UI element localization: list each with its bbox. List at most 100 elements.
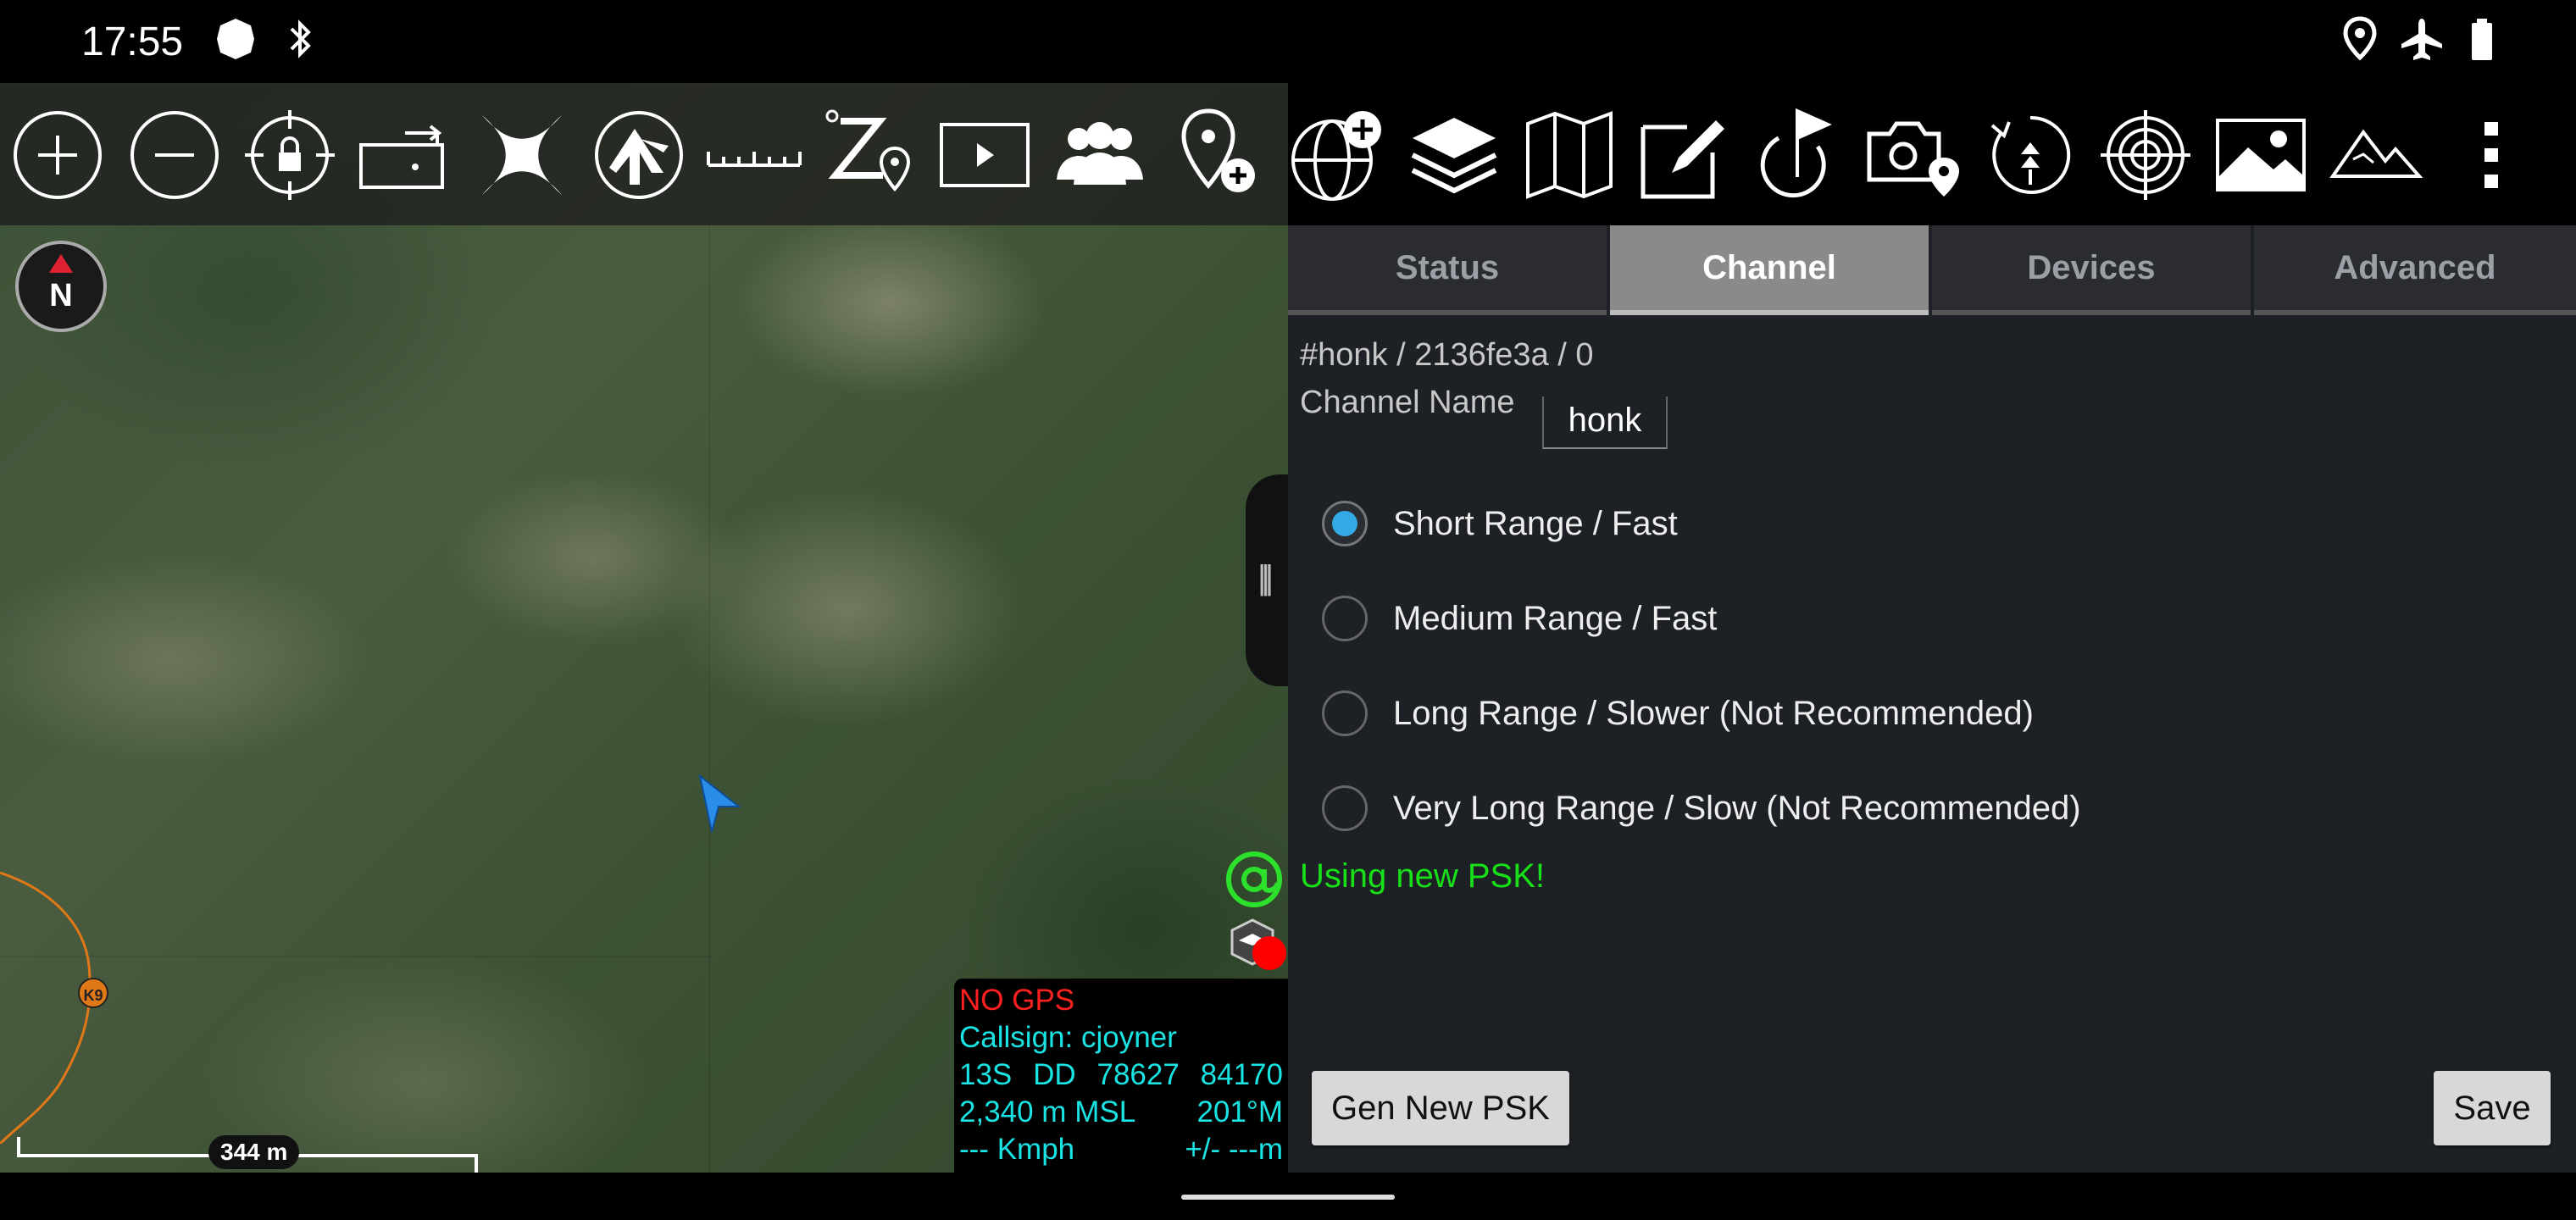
channel-path: #honk / 2136fe3a / 0 <box>1300 337 1594 373</box>
bloodhound-button[interactable] <box>1979 100 2081 210</box>
add-pin-icon <box>1181 108 1255 192</box>
map-manager-button[interactable] <box>1518 100 1620 210</box>
elevation-pin-icon <box>825 109 911 192</box>
lock-on-self-button[interactable] <box>239 100 341 210</box>
range-option-label: Medium Range / Fast <box>1393 599 1718 637</box>
range-option-very-long[interactable]: Very Long Range / Slow (Not Recommended) <box>1322 774 2081 842</box>
network-connected-icon[interactable] <box>1224 849 1285 910</box>
save-button[interactable]: Save <box>2434 1071 2551 1145</box>
tab-channel[interactable]: Channel <box>1610 225 1929 315</box>
battery-icon <box>2469 15 2495 67</box>
elevation-tools-button[interactable] <box>2325 100 2427 210</box>
image-gallery-button[interactable] <box>2210 100 2312 210</box>
self-location-marker[interactable] <box>693 773 744 840</box>
overlay-manager-button[interactable] <box>1403 100 1505 210</box>
video-play-icon <box>940 123 1030 187</box>
psk-status-message: Using new PSK! <box>1300 857 1546 895</box>
contacts-button[interactable] <box>1049 100 1151 210</box>
speed: --- Kmph <box>959 1133 1075 1166</box>
k9-track: K9 <box>0 871 108 1144</box>
k9-marker-label: K9 <box>83 987 103 1004</box>
bluetooth-icon <box>285 15 315 67</box>
rotate-map-button[interactable] <box>354 100 456 210</box>
overflow-menu-button[interactable] <box>2440 100 2542 210</box>
grid-square: DD <box>1033 1058 1076 1091</box>
drawer-handle[interactable]: ||| <box>1246 474 1288 686</box>
layers-icon <box>1411 118 1497 194</box>
x-close-icon <box>482 115 562 195</box>
scale-label: 344 m <box>208 1135 300 1169</box>
range-option-long[interactable]: Long Range / Slower (Not Recommended) <box>1322 679 2034 747</box>
tab-bar: Status Channel Devices Advanced <box>1288 225 2576 317</box>
video-player-button[interactable] <box>934 100 1035 210</box>
altitude: 2,340 m MSL <box>959 1095 1136 1128</box>
ruler-icon <box>707 152 802 167</box>
zoom-out-icon <box>130 111 219 199</box>
northing: 84170 <box>1200 1058 1283 1091</box>
accuracy: +/- ---m <box>1185 1133 1283 1166</box>
group-contacts-icon <box>1057 122 1143 185</box>
airplane-mode-icon <box>2398 15 2446 67</box>
globe-add-icon <box>1291 111 1381 201</box>
target-button[interactable] <box>2095 100 2196 210</box>
location-icon <box>2340 15 2379 67</box>
elevation-route-button[interactable] <box>819 100 920 210</box>
tile-seam <box>708 83 710 1173</box>
measure-tool-button[interactable] <box>703 100 805 210</box>
compass-button[interactable]: N <box>15 241 107 332</box>
heading: 201°M <box>1196 1095 1283 1128</box>
home-gesture-handle[interactable] <box>1181 1195 1395 1200</box>
status-bar: 17:55 <box>0 0 2576 83</box>
image-gallery-icon <box>2216 119 2306 191</box>
channel-name-label: Channel Name <box>1300 385 1515 420</box>
geo-camera-button[interactable] <box>1864 100 1966 210</box>
tab-status[interactable]: Status <box>1288 225 1607 315</box>
callsign: Callsign: cjoyner <box>959 1021 1177 1054</box>
grid-zone: 13S <box>959 1058 1013 1091</box>
radio-button[interactable] <box>1322 785 1368 831</box>
more-vert-icon <box>2484 122 2498 188</box>
system-nav-bar <box>0 1173 2576 1220</box>
route-button[interactable] <box>1749 100 1851 210</box>
zoom-out-button[interactable] <box>124 100 225 210</box>
scale-bar: 344 m <box>17 1135 478 1174</box>
range-option-label: Long Range / Slower (Not Recommended) <box>1393 694 2034 732</box>
drawing-tools-button[interactable] <box>1634 100 1735 210</box>
range-option-label: Short Range / Fast <box>1393 504 1678 542</box>
grip-icon: ||| <box>1257 559 1274 596</box>
radio-button[interactable] <box>1322 596 1368 641</box>
range-option-medium[interactable]: Medium Range / Fast <box>1322 585 1717 652</box>
tab-advanced[interactable]: Advanced <box>2254 225 2576 315</box>
gen-new-psk-button[interactable]: Gen New PSK <box>1312 1071 1569 1145</box>
bloodhound-icon <box>1990 115 2071 194</box>
tab-devices[interactable]: Devices <box>1932 225 2251 315</box>
radio-button[interactable] <box>1322 501 1368 546</box>
range-option-label: Very Long Range / Slow (Not Recommended) <box>1393 789 2081 827</box>
route-flag-icon <box>1760 108 1832 198</box>
self-info-panel[interactable]: NO GPS Callsign: cjoyner 13S DD 78627 84… <box>954 979 1288 1173</box>
plugin-toolbar <box>1288 83 2576 225</box>
range-option-short[interactable]: Short Range / Fast <box>1322 490 1678 557</box>
compass-label: N <box>49 278 73 313</box>
north-arrow-icon <box>49 254 73 273</box>
shield-badge-icon <box>212 15 259 67</box>
target-scope-icon <box>2101 110 2190 200</box>
atak-logo-icon <box>595 111 683 199</box>
channel-name-field[interactable]: honk <box>1542 396 1668 449</box>
disconnected-indicator <box>1252 936 1286 970</box>
atak-menu-button[interactable] <box>588 100 690 210</box>
map-toolbar <box>0 83 1288 225</box>
lock-target-icon <box>245 110 335 200</box>
edit-pencil-icon <box>1641 120 1724 199</box>
import-globe-button[interactable] <box>1288 100 1390 210</box>
rotate-map-icon <box>359 125 444 189</box>
add-waypoint-button[interactable] <box>1166 100 1268 210</box>
zoom-in-icon <box>14 111 102 199</box>
close-tools-button[interactable] <box>471 100 573 210</box>
terrain-icon <box>2329 129 2423 178</box>
zoom-in-button[interactable] <box>7 100 108 210</box>
radio-button[interactable] <box>1322 690 1368 736</box>
meshtastic-panel: Status Channel Devices Advanced #honk / … <box>1288 225 2576 1173</box>
folded-map-icon <box>1526 111 1613 199</box>
navigation-arrow-icon <box>698 774 741 833</box>
